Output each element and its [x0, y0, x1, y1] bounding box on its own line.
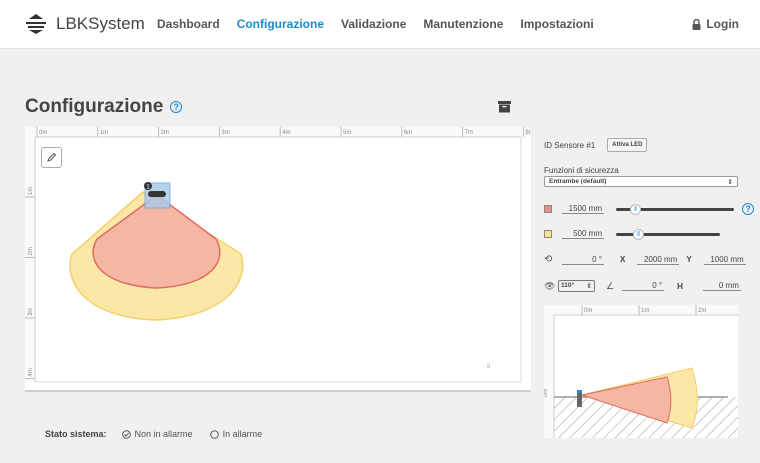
y-tick-label: 4m — [28, 368, 34, 376]
x-label: X — [620, 255, 626, 264]
lock-icon — [692, 18, 701, 30]
fov-arrows-icon: ⇕ — [586, 283, 592, 290]
y-input[interactable]: 1000 mm — [703, 255, 746, 265]
mini-x-tick-label: 0m — [584, 308, 592, 314]
red-zone-input[interactable]: 1500 mm — [562, 204, 604, 214]
h-label: H — [677, 281, 683, 291]
check-circle-icon — [121, 429, 131, 439]
empty-circle-icon — [209, 429, 219, 439]
select-arrows-icon: ⇕ — [727, 178, 733, 186]
x-input[interactable]: 2000 mm — [637, 255, 680, 265]
status-option-not-alarm[interactable]: Non in allarme — [121, 429, 193, 439]
zone-help-icon[interactable]: ? — [742, 203, 754, 215]
corner-mark: 8 — [487, 364, 491, 370]
fov-select[interactable]: 110° ⇕ — [558, 280, 595, 292]
fov-value: 110° — [561, 282, 575, 289]
red-zone-slider[interactable]: ||| — [616, 203, 734, 215]
red-alarm-zone[interactable] — [92, 194, 221, 289]
y-tick-label: 1m — [28, 187, 34, 195]
y-tick-label: 3m — [28, 308, 34, 316]
nav-item-manutenzione[interactable]: Manutenzione — [423, 17, 503, 31]
yellow-zone-input[interactable]: 500 mm — [562, 229, 604, 239]
x-tick-label: 1m — [100, 130, 108, 136]
pencil-icon — [47, 152, 57, 162]
yellow-zone-slider[interactable]: ||| — [616, 228, 720, 240]
tilt-input[interactable]: 0 ° — [622, 281, 665, 291]
side-view-canvas[interactable]: 0m 1m 2m 0m — [544, 305, 738, 438]
activate-led-button[interactable]: Attiva LED — [607, 138, 648, 152]
nav-item-validazione[interactable]: Validazione — [341, 17, 406, 31]
edit-button[interactable] — [41, 147, 62, 168]
red-zone-slider-knob[interactable]: ||| — [630, 203, 641, 215]
x-tick-label: 3m — [221, 130, 229, 136]
eye-icon: 👁 — [544, 280, 556, 291]
brand-name: LBKSystem — [56, 14, 145, 33]
archive-icon[interactable] — [498, 101, 511, 113]
y-tick-label: 2m — [28, 247, 34, 255]
angle-icon: ∠ — [606, 280, 615, 291]
page-title-text: Configurazione — [25, 96, 164, 117]
x-tick-label: 7m — [465, 130, 473, 136]
h-input[interactable]: 0 mm — [702, 281, 741, 291]
top-navbar: LBKSystem Dashboard Configurazione Valid… — [0, 0, 760, 49]
side-view-svg: 0m 1m 2m 0m — [544, 305, 738, 438]
system-status: Stato sistema: Non in allarme In allarme — [45, 429, 279, 439]
help-icon[interactable]: ? — [170, 101, 183, 113]
safety-functions-select[interactable]: Entrambe (default) ⇕ — [544, 176, 738, 187]
safety-functions-label: Funzioni di sicurezza — [544, 166, 619, 175]
lbk-logo-icon — [26, 14, 46, 34]
x-tick-label: 8m — [525, 130, 531, 136]
x-tick-label: 2m — [161, 130, 169, 136]
status-option-not-alarm-label: Non in allarme — [134, 429, 193, 439]
x-tick-label: 0m — [39, 130, 47, 136]
nav-item-configurazione[interactable]: Configurazione — [237, 17, 324, 31]
yellow-zone-swatch — [544, 230, 552, 238]
x-tick-label: 4m — [282, 130, 290, 136]
rotate-icon: ⟲ — [544, 254, 553, 265]
nav-item-impostazioni[interactable]: Impostazioni — [520, 17, 593, 31]
status-option-alarm[interactable]: In allarme — [209, 429, 263, 439]
brand[interactable]: LBKSystem — [24, 12, 145, 36]
yellow-zone-slider-knob[interactable]: ||| — [633, 228, 644, 240]
mini-y-tick-0: 0m — [544, 389, 549, 397]
canvas-svg: 0m1m2m3m4m5m6m7m8m 1m2m3m4m 1 8 — [25, 127, 534, 383]
status-option-alarm-label: In allarme — [222, 429, 263, 439]
x-tick-label: 6m — [404, 130, 412, 136]
x-tick-label: 5m — [343, 130, 351, 136]
rotation-input[interactable]: 0 ° — [562, 255, 604, 265]
red-zone-swatch — [544, 205, 552, 213]
sensor-id-label: ID Sensore #1 — [544, 140, 596, 150]
mini-x-tick-label: 2m — [698, 308, 706, 314]
sensor-body[interactable] — [148, 191, 166, 197]
status-title: Stato sistema: — [45, 429, 107, 439]
y-label: Y — [686, 255, 692, 264]
login-label: Login — [706, 17, 739, 31]
safety-functions-value: Entrambe (default) — [549, 178, 607, 185]
nav-item-dashboard[interactable]: Dashboard — [157, 17, 220, 31]
login-button[interactable]: Login — [692, 17, 739, 31]
page-title: Configurazione ? — [25, 96, 183, 118]
layout-canvas[interactable]: 0m1m2m3m4m5m6m7m8m 1m2m3m4m 1 8 — [25, 127, 534, 392]
mini-x-tick-label: 1m — [641, 308, 649, 314]
